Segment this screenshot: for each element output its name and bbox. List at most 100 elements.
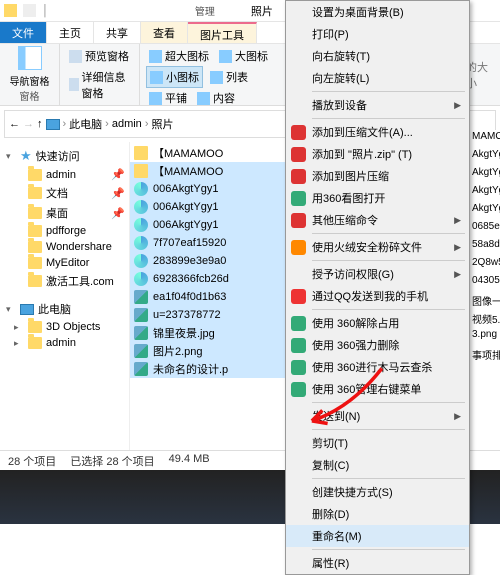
folder-icon [28,169,42,181]
context-menu-item[interactable]: 复制(C) [286,454,469,476]
context-menu-item[interactable]: 创建快捷方式(S) [286,481,469,503]
tab-view[interactable]: 查看 [141,22,188,43]
context-menu-item[interactable]: 使用火绒安全粉碎文件▶ [286,236,469,258]
context-menu-item[interactable]: 删除(D) [286,503,469,525]
panes-group-label: 窗格 [20,88,40,103]
tab-share[interactable]: 共享 [94,22,141,43]
sidebar-item[interactable]: ▸admin [2,335,127,351]
context-menu-item[interactable]: 通过QQ发送到我的手机 [286,285,469,307]
sidebar-item[interactable]: ▸3D Objects [2,319,127,335]
file-icon [134,200,148,214]
crumb-admin[interactable]: admin [112,118,142,130]
file-icon [134,164,148,178]
context-menu-item[interactable]: 打印(P) [286,23,469,45]
sidebar: ▾★快速访问 admin📌文档📌桌面📌pdfforgeWondershareMy… [0,142,130,462]
context-menu-item[interactable]: 添加到压缩文件(A)... [286,121,469,143]
sidebar-item[interactable]: admin📌 [2,166,127,183]
file-icon [134,290,148,304]
details-pane-btn[interactable]: 详细信息窗格 [66,67,133,103]
sidebar-quick-access[interactable]: ▾★快速访问 [2,146,127,166]
file-item[interactable]: 视频5.mp4 [470,310,500,328]
tab-file[interactable]: 文件 [0,22,47,43]
content-btn[interactable]: 内容 [194,88,238,108]
file-item[interactable]: MAMOO [470,130,500,148]
preview-pane-btn[interactable]: 预览窗格 [66,46,132,66]
sidebar-item[interactable]: 桌面📌 [2,203,127,223]
status-size: 49.4 MB [169,453,210,468]
context-menu-item[interactable]: 设置为桌面背景(B) [286,1,469,23]
tab-home[interactable]: 主页 [47,22,94,43]
folder-icon [28,321,42,333]
file-item[interactable]: 图像一.xcf [470,292,500,310]
folder-icon [4,4,17,17]
context-menu-item[interactable]: 属性(R) [286,552,469,574]
nav-pane-icon[interactable] [18,46,42,70]
tiles-btn[interactable]: 平铺 [146,88,190,108]
sidebar-item[interactable]: pdfforge [2,223,127,239]
back-icon[interactable]: ← [9,118,20,130]
crumb-photos[interactable]: 照片 [151,116,173,132]
context-menu-item[interactable]: 向左旋转(L) [286,67,469,89]
l-icons-btn[interactable]: 大图标 [216,46,271,66]
list-btn[interactable]: 列表 [207,66,251,88]
file-item[interactable]: AkgtYgy1g [470,166,500,184]
file-item[interactable]: AkgtYgy1g [470,184,500,202]
window-title: 照片 [251,3,273,19]
context-menu-item[interactable]: 播放到设备▶ [286,94,469,116]
sidebar-item[interactable]: Wondershare [2,239,127,255]
qat-sep: │ [42,5,49,17]
file-item[interactable]: 58a8d6ab [470,238,500,256]
tab-picture-tools[interactable]: 图片工具 [188,22,257,43]
context-menu-item[interactable]: 使用 360强力删除 [286,334,469,356]
menu-icon [291,169,306,184]
sidebar-this-pc[interactable]: ▾此电脑 [2,299,127,319]
menu-icon [291,338,306,353]
s-icons-btn[interactable]: 小图标 [146,66,203,88]
menu-icon [291,147,306,162]
folder-icon [28,187,42,199]
file-icon [134,218,148,232]
sidebar-item[interactable]: 文档📌 [2,183,127,203]
menu-icon [291,191,306,206]
folder-icon [28,225,42,237]
xl-icons-btn[interactable]: 超大图标 [146,46,212,66]
context-menu-item[interactable]: 添加到 "照片.zip" (T) [286,143,469,165]
file-icon [134,308,148,322]
context-menu-item[interactable]: 剪切(T) [286,432,469,454]
context-menu-separator [312,118,465,119]
context-menu-item[interactable]: 用360看图打开 [286,187,469,209]
context-menu-item[interactable]: 添加到图片压缩 [286,165,469,187]
ribbon-group-panes: 预览窗格 详细信息窗格 [60,44,140,105]
menu-icon [291,289,306,304]
context-menu-separator [312,91,465,92]
status-selected: 已选择 28 个项目 [70,453,154,468]
file-icon [134,146,148,160]
file-item[interactable]: AkgtYgy1g [470,148,500,166]
sidebar-item[interactable]: MyEditor [2,255,127,271]
file-list-col2: MAMOOAkgtYgy1gAkgtYgy1gAkgtYgy1gAkgtYgy1… [470,130,500,470]
context-menu-item[interactable]: 重命名(M) [286,525,469,547]
menu-icon [291,316,306,331]
context-menu-item[interactable]: 使用 360解除占用 [286,312,469,334]
file-item[interactable]: 事项排期表 [470,346,500,364]
file-item[interactable]: AkgtYgy1h [470,202,500,220]
file-item[interactable]: 0685e8d6f [470,220,500,238]
submenu-arrow-icon: ▶ [454,215,461,226]
context-menu-separator [312,233,465,234]
context-menu-item[interactable]: 其他压缩命令▶ [286,209,469,231]
up-icon[interactable]: ↑ [37,118,43,130]
qat-icon[interactable] [23,4,36,17]
context-tab-label: 管理 [195,3,215,18]
context-menu-item[interactable]: 授予访问权限(G)▶ [286,263,469,285]
pc-icon [20,304,34,315]
file-item[interactable]: 04305a4a [470,274,500,292]
sidebar-item[interactable]: 激活工具.com [2,271,127,291]
file-item[interactable]: 2Q8w5.im [470,256,500,274]
file-icon [134,182,148,196]
context-menu-item[interactable]: 向右旋转(T) [286,45,469,67]
menu-icon [291,240,306,255]
fwd-icon[interactable]: → [23,118,34,130]
file-item[interactable]: 3.png [470,328,500,346]
file-icon [134,326,148,340]
crumb-this-pc[interactable]: 此电脑 [69,116,102,132]
